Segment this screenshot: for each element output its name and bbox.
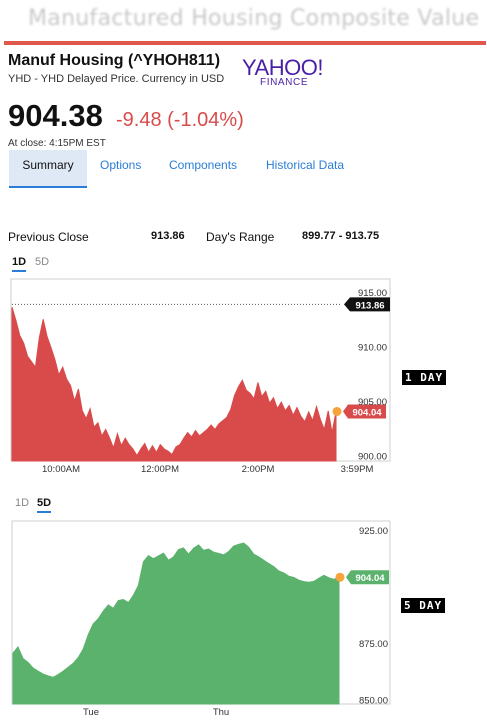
quote-price: 904.38 (8, 98, 103, 133)
one-day-y-tick-label: 905.00 (358, 397, 387, 408)
five-day-chart: 904.04 925.00 875.00 850.00 Tue Thu (11, 520, 391, 718)
one-day-x-tick-label: 10:00AM (42, 464, 80, 475)
one-day-y-tick-label: 910.00 (358, 342, 387, 353)
range-1d-toggle-2[interactable]: 1D (15, 497, 29, 509)
range-5d-toggle[interactable]: 5D (35, 256, 49, 268)
previous-close-value: 913.86 (151, 230, 185, 242)
banner-divider (4, 41, 486, 45)
range-1d-toggle[interactable]: 1D (12, 256, 27, 272)
one-day-badge: 1 DAY (402, 370, 447, 385)
five-day-y-tick-label: 875.00 (359, 639, 388, 650)
range-5d-toggle-2[interactable]: 5D (37, 497, 52, 513)
tab-summary[interactable]: Summary (9, 150, 87, 188)
five-day-x-tick-label: Thu (213, 707, 229, 718)
logo-subtext: FINANCE (260, 77, 309, 88)
one-day-x-tick-label: 3:59PM (341, 464, 374, 475)
one-day-area-series (11, 307, 337, 462)
quote-change: -9.48 (-1.04%) (116, 109, 244, 131)
one-day-last-value-label: 904.04 (352, 407, 382, 418)
five-day-area-series (12, 542, 340, 705)
days-range-label: Day's Range (206, 230, 275, 244)
close-time: At close: 4:15PM EST (8, 138, 106, 149)
page-banner: Manufactured Housing Composite Value (0, 0, 487, 42)
one-day-previous-close-label: 913.86 (355, 300, 384, 311)
banner-title: Manufactured Housing Composite Value (28, 6, 480, 31)
quote-name: Manuf Housing (^YHOH811) (8, 52, 221, 69)
one-day-x-tick-label: 12:00PM (141, 464, 179, 475)
one-day-previous-close-tag: 913.86 (344, 297, 390, 312)
five-day-y-tick-label: 925.00 (359, 526, 388, 537)
five-day-last-value-tag: 904.04 (346, 570, 389, 585)
one-day-x-tick-label: 2:00PM (242, 464, 275, 475)
one-day-last-point (332, 406, 342, 416)
one-day-y-tick-label: 915.00 (358, 288, 387, 299)
tab-options[interactable]: Options (100, 150, 141, 188)
five-day-last-point (335, 572, 345, 582)
days-range-value: 899.77 - 913.75 (302, 230, 380, 242)
tab-historical-data[interactable]: Historical Data (266, 150, 344, 188)
five-day-last-value-label: 904.04 (355, 573, 385, 584)
tab-components[interactable]: Components (169, 150, 237, 188)
five-day-badge: 5 DAY (401, 598, 446, 613)
five-day-y-tick-label: 850.00 (359, 695, 388, 706)
one-day-y-tick-label: 900.00 (358, 452, 387, 463)
previous-close-label: Previous Close (8, 230, 89, 244)
five-day-x-tick-label: Tue (83, 707, 99, 718)
yahoo-finance-logo[interactable]: YAHOO! FINANCE (242, 55, 328, 91)
quote-subtitle: YHD - YHD Delayed Price. Currency in USD (8, 73, 225, 85)
